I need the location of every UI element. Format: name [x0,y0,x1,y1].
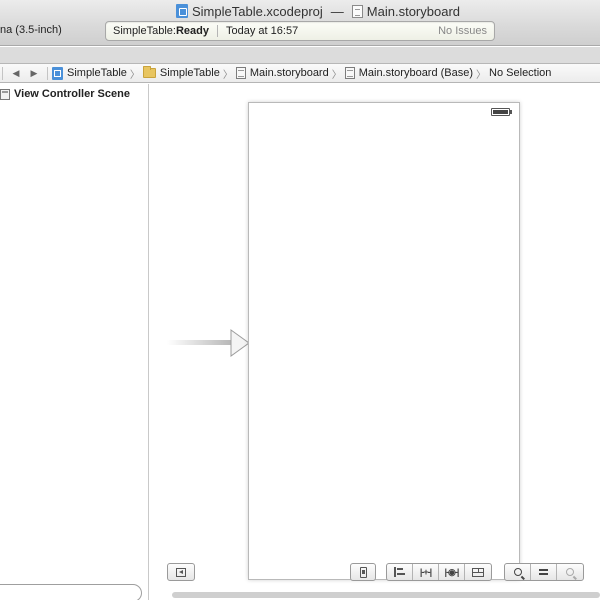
breadcrumb-chevron-icon: 〉 [129,69,140,81]
resize-icon [472,567,484,577]
breadcrumb-group[interactable]: SimpleTable [142,66,220,79]
breadcrumb-selection[interactable]: No Selection [489,67,551,79]
jump-bar-divider [2,66,3,80]
resolve-icon: |-◉-| [444,566,460,577]
zoom-in-icon [566,568,574,576]
storyboard-icon [344,67,355,79]
breadcrumb-label: SimpleTable [159,67,220,79]
breadcrumb-file[interactable]: Main.storyboard [235,67,329,79]
horizontal-scrollbar[interactable] [172,592,600,598]
activity-divider [217,25,219,37]
jump-bar-divider [47,66,48,80]
tab-bar-area [0,47,600,64]
breadcrumb-chevron-icon: 〉 [331,69,342,81]
breadcrumb-chevron-icon: 〉 [476,69,487,81]
scene-icon [0,88,10,100]
window-title: SimpleTable.xcodeproj — Main.storyboard [176,3,460,19]
align-icon [394,567,405,577]
pin-icon: |-+-| [419,567,432,577]
toolbar: SimpleTable.xcodeproj — Main.storyboard … [0,0,600,46]
open-file-title: Main.storyboard [366,3,461,19]
storyboard-canvas[interactable]: |-+-| |-◉-| [150,84,600,600]
breadcrumb-label: Main.storyboard (Base) [358,67,474,79]
zoom-actual-size-button[interactable] [531,564,557,580]
storyboard-icon [235,67,246,79]
phone-size-icon [359,566,367,578]
resolve-issues-button[interactable]: |-◉-| [439,564,465,580]
jump-bar: ◀ ▶ SimpleTable 〉 SimpleTable 〉 Main.sto… [0,64,600,83]
breadcrumb-localization[interactable]: Main.storyboard (Base) [344,67,474,79]
activity-timestamp: Today at 16:57 [226,25,299,37]
breadcrumb-chevron-icon: 〉 [222,69,233,81]
activity-project: SimpleTable: [113,25,176,37]
equal-icon [539,569,548,575]
breadcrumb-label: No Selection [489,67,552,79]
storyboard-icon [351,4,363,18]
align-button[interactable] [387,564,413,580]
sidebar-toggle-icon [176,567,186,577]
auto-layout-controls: |-+-| |-◉-| [386,563,492,581]
activity-view: SimpleTable: Ready Today at 16:57 No Iss… [105,21,495,41]
xcodeproj-icon [52,66,63,80]
breadcrumb-project[interactable]: SimpleTable [52,66,127,80]
document-outline: View Controller Scene [0,84,149,600]
breadcrumb-label: Main.storyboard [249,67,329,79]
zoom-controls [504,563,584,581]
folder-icon [142,66,156,78]
forward-button[interactable]: ▶ [25,68,43,79]
zoom-in-button[interactable] [557,564,583,580]
breadcrumb-label: SimpleTable [67,67,127,79]
hide-document-outline-button[interactable] [167,563,195,581]
outline-filter-field[interactable] [0,584,142,600]
project-file-title: SimpleTable.xcodeproj [192,3,323,19]
zoom-out-button[interactable] [505,564,531,580]
pin-button[interactable]: |-+-| [413,564,439,580]
title-separator: — [330,3,344,19]
activity-state: Ready [175,25,210,37]
issues-indicator[interactable]: No Issues [438,25,487,37]
outline-item-label: View Controller Scene [14,88,130,100]
scheme-destination-selector[interactable]: na (3.5-inch) [0,24,62,36]
battery-icon [491,108,512,116]
outline-item-view-controller-scene[interactable]: View Controller Scene [0,88,130,100]
resizing-behavior-button[interactable] [465,564,491,580]
form-factor-control[interactable] [350,563,376,581]
view-controller-scene[interactable] [248,102,520,580]
xcodeproj-icon [176,4,188,18]
zoom-out-icon [513,568,522,576]
initial-view-controller-arrow-icon[interactable] [167,328,251,358]
back-button[interactable]: ◀ [7,68,25,79]
